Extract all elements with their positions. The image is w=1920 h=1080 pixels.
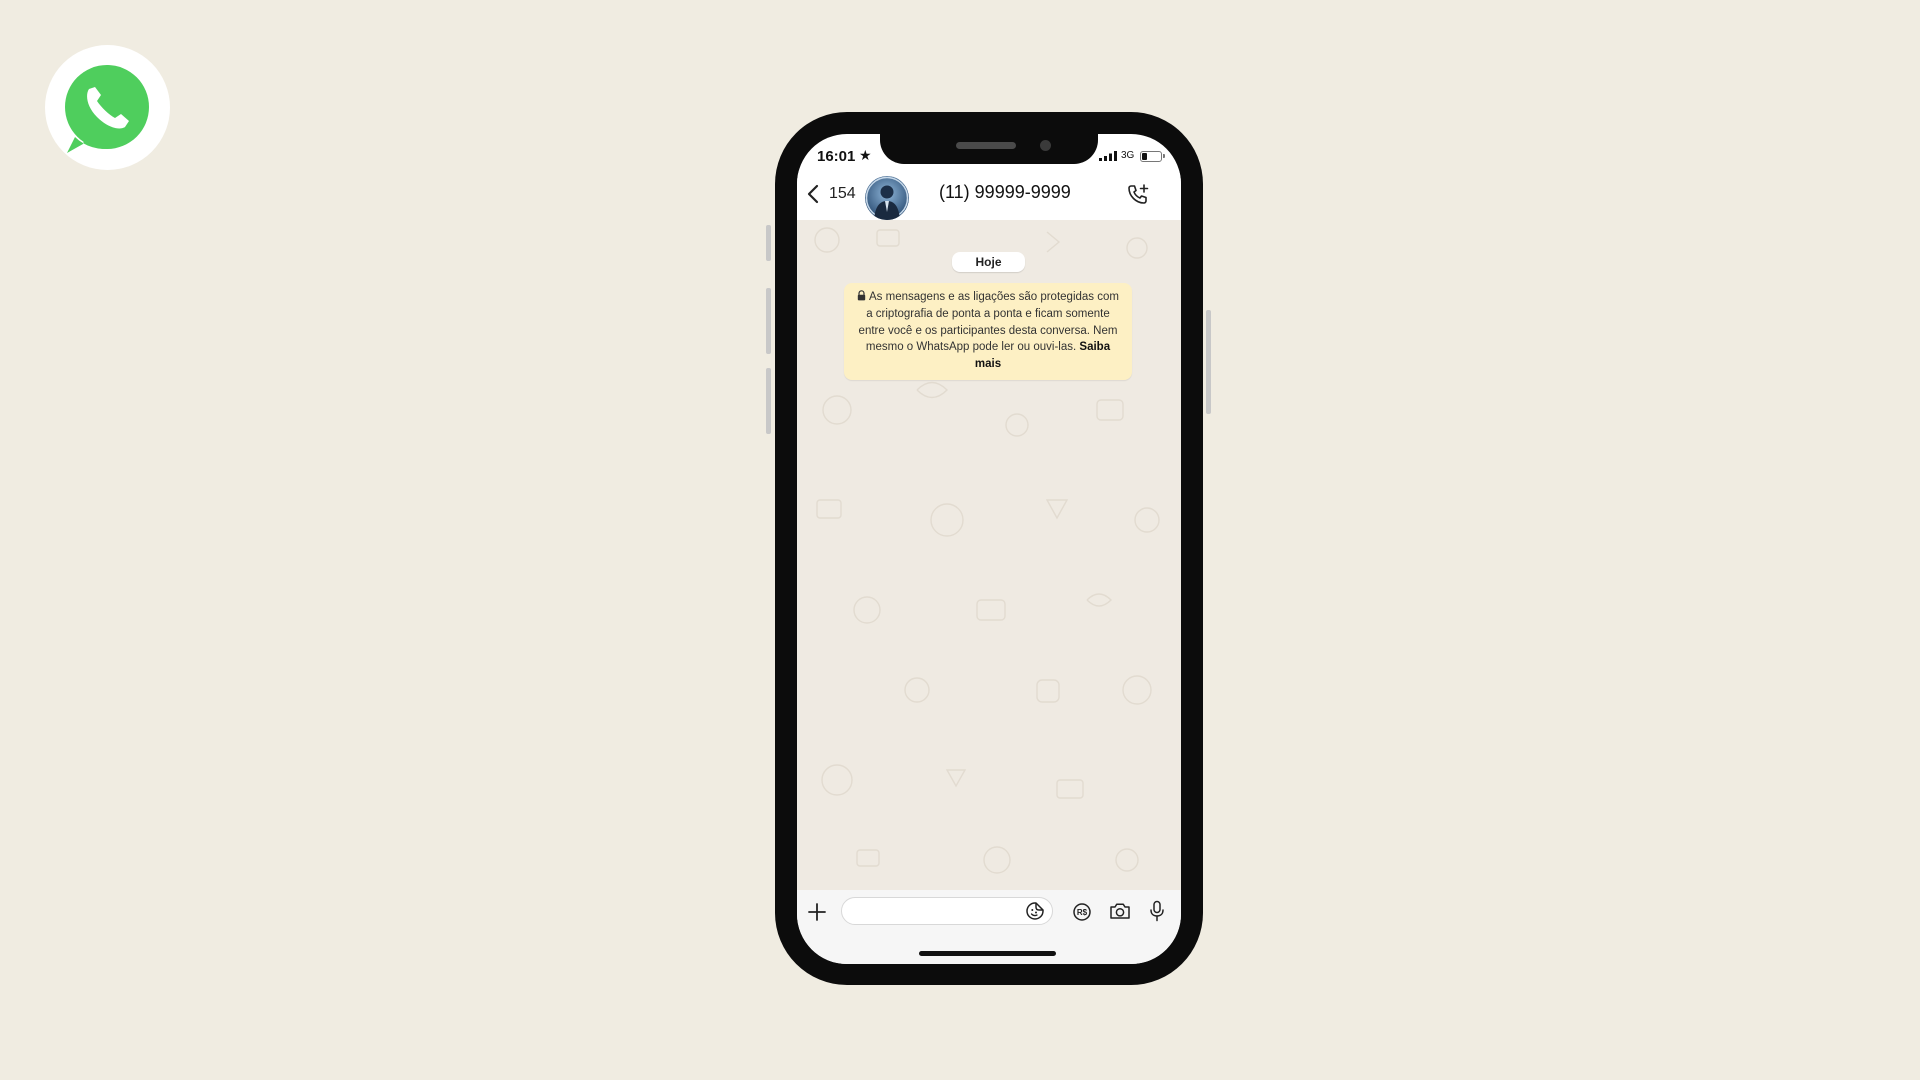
- chat-area: Hoje As mensagens e as ligações são prot…: [797, 220, 1181, 890]
- home-indicator: [919, 951, 1056, 956]
- add-call-icon[interactable]: [1126, 183, 1150, 207]
- front-camera: [1040, 140, 1051, 151]
- favorite-star-icon: ★: [859, 147, 872, 163]
- back-unread-count[interactable]: 154: [829, 185, 856, 203]
- earpiece-speaker: [956, 142, 1016, 149]
- chat-header: 154 (11) 99999-9999: [797, 170, 1181, 221]
- message-input[interactable]: [841, 897, 1053, 925]
- svg-text:R$: R$: [1077, 908, 1088, 917]
- status-time: 16:01: [817, 148, 856, 165]
- whatsapp-logo: [45, 45, 170, 170]
- camera-icon[interactable]: [1109, 902, 1131, 920]
- network-type: 3G: [1121, 150, 1135, 161]
- avatar-image: [865, 176, 909, 220]
- whatsapp-logo-icon: [65, 65, 149, 153]
- contact-avatar[interactable]: [865, 176, 909, 220]
- contact-name[interactable]: (11) 99999-9999: [939, 182, 1071, 203]
- volume-up-button: [766, 288, 771, 354]
- lock-icon: [857, 290, 866, 301]
- signal-strength-icon: [1099, 151, 1117, 161]
- plus-icon[interactable]: [807, 902, 827, 922]
- battery-level-fill: [1142, 153, 1147, 160]
- microphone-icon[interactable]: [1149, 900, 1165, 922]
- phone-notch: [880, 134, 1098, 164]
- encryption-notice[interactable]: As mensagens e as ligações são protegida…: [844, 283, 1132, 380]
- volume-down-button: [766, 368, 771, 434]
- silent-switch: [766, 225, 771, 261]
- date-divider: Hoje: [952, 252, 1025, 272]
- power-button: [1206, 310, 1211, 414]
- sticker-icon[interactable]: [1025, 901, 1045, 921]
- message-composer: R$: [797, 890, 1181, 964]
- battery-tip: [1163, 154, 1165, 158]
- phone-screen: 16:01 ★ 3G 154 (11) 99999-9999 Hoje As m…: [797, 134, 1181, 964]
- chevron-left-icon[interactable]: [807, 184, 819, 204]
- pix-payment-icon[interactable]: R$: [1072, 902, 1092, 922]
- battery-icon: [1140, 151, 1162, 162]
